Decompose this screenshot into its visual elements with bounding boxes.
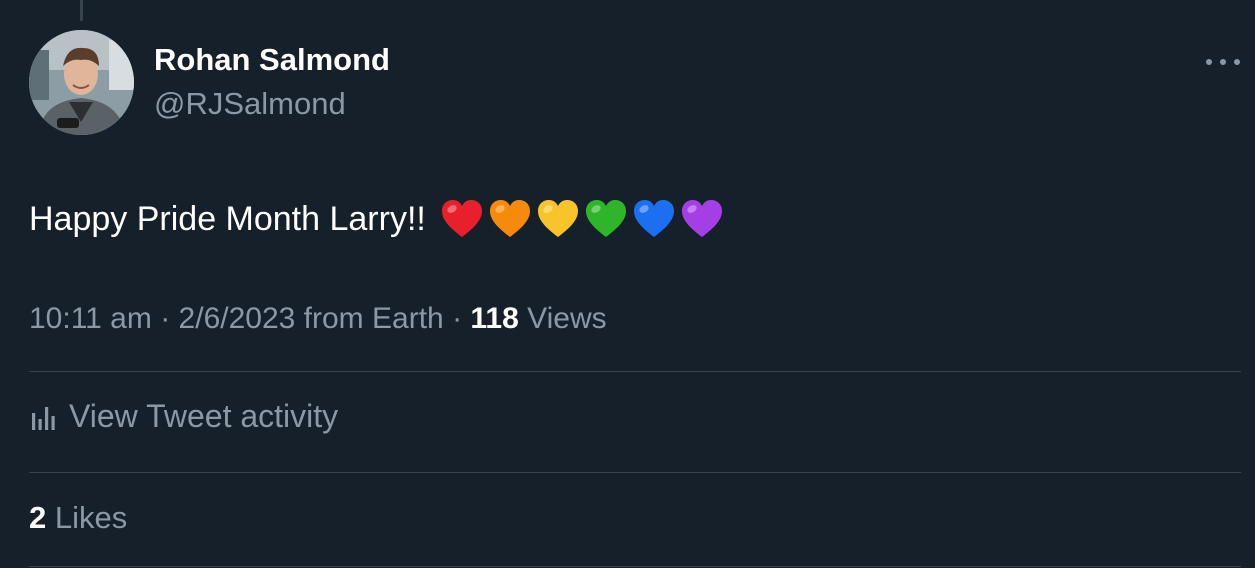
more-dot-icon <box>1206 59 1212 65</box>
purple-heart-icon <box>681 200 722 237</box>
divider <box>29 472 1241 473</box>
tweet-meta: 10:11 am · 2/6/2023 from Earth · 118 Vie… <box>29 302 607 336</box>
tweet-body: Happy Pride Month Larry!! <box>29 198 724 240</box>
meta-separator: · <box>160 302 171 335</box>
divider <box>29 371 1241 372</box>
divider <box>29 566 1241 567</box>
red-heart-icon <box>441 200 482 237</box>
thread-connector-line <box>80 0 83 21</box>
yellow-heart-icon <box>537 200 578 237</box>
more-dot-icon <box>1220 59 1226 65</box>
likes-count: 2 <box>29 500 47 535</box>
heart-emoji-row <box>440 198 724 240</box>
green-heart-icon <box>585 200 626 237</box>
orange-heart-icon <box>489 200 530 237</box>
views-count: 118 <box>470 302 519 335</box>
likes-label: Likes <box>54 500 128 535</box>
author-handle[interactable]: @RJSalmond <box>154 86 346 122</box>
view-tweet-activity-button[interactable]: View Tweet activity <box>31 398 338 435</box>
author-name[interactable]: Rohan Salmond <box>154 42 390 78</box>
likes-link[interactable]: 2 Likes <box>29 500 127 536</box>
avatar[interactable] <box>29 30 134 135</box>
more-dot-icon <box>1234 59 1240 65</box>
tweet-source: from Earth <box>303 302 444 335</box>
meta-separator: · <box>452 302 463 335</box>
bar-chart-icon <box>32 406 55 430</box>
more-options-button[interactable] <box>1206 52 1240 72</box>
tweet-text: Happy Pride Month Larry!! <box>29 199 426 238</box>
view-tweet-activity-label: View Tweet activity <box>69 398 339 434</box>
blue-heart-icon <box>633 200 674 237</box>
tweet-time[interactable]: 10:11 am <box>29 302 152 335</box>
avatar-photo <box>29 30 134 135</box>
views-label: Views <box>527 302 607 335</box>
tweet-date[interactable]: 2/6/2023 <box>179 302 296 335</box>
